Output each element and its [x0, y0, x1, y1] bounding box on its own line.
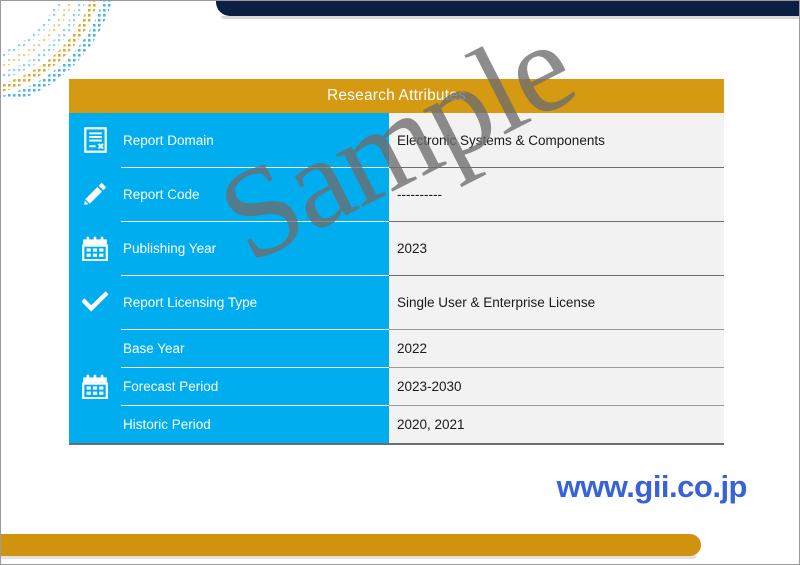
- row-label-cell: Report Licensing Type: [69, 275, 389, 329]
- row-value: Single User & Enterprise License: [389, 275, 724, 329]
- row-label: Report Domain: [123, 132, 214, 148]
- row-label: Base Year: [121, 329, 389, 367]
- row-label: Forecast Period: [121, 367, 389, 405]
- slide-canvas: Research Attributes Report Domain Electr…: [0, 0, 800, 565]
- pencil-icon: [69, 181, 121, 207]
- row-value: Electronic Systems & Components: [389, 113, 724, 167]
- group-sub-labels: Base Year Forecast Period Historic Perio…: [121, 329, 389, 443]
- document-icon: [69, 127, 121, 153]
- row-label-cell: Report Domain: [69, 113, 389, 167]
- row-label: Report Licensing Type: [123, 294, 258, 310]
- table-row: Report Domain Electronic Systems & Compo…: [69, 113, 724, 167]
- group-label-cell: Base Year Forecast Period Historic Perio…: [69, 329, 389, 443]
- table-row: Report Code ----------: [69, 167, 724, 221]
- calendar-icon: [69, 236, 121, 261]
- top-bar-shadow: [221, 16, 799, 19]
- site-url: www.gii.co.jp: [556, 469, 748, 504]
- bottom-gold-bar: [1, 534, 701, 556]
- row-value: ----------: [389, 167, 724, 221]
- table-title: Research Attributes: [69, 79, 724, 113]
- row-label-cell: Publishing Year: [69, 221, 389, 275]
- row-label: Publishing Year: [123, 240, 217, 256]
- row-label-cell: Report Code: [69, 167, 389, 221]
- row-label: Historic Period: [121, 405, 389, 443]
- table-body: Report Domain Electronic Systems & Compo…: [69, 113, 724, 443]
- top-navy-bar: [216, 1, 799, 16]
- group-value-cells: 2022 2023-2030 2020, 2021: [389, 329, 724, 443]
- row-value: 2023: [389, 221, 724, 275]
- table-row-group-periods: Base Year Forecast Period Historic Perio…: [69, 329, 724, 443]
- check-icon: [69, 290, 121, 314]
- table-row: Publishing Year 2023: [69, 221, 724, 275]
- table-row: Report Licensing Type Single User & Ente…: [69, 275, 724, 329]
- row-value: 2023-2030: [389, 367, 724, 405]
- calendar-icon: [69, 329, 121, 443]
- row-value: 2020, 2021: [389, 405, 724, 443]
- row-value: 2022: [389, 329, 724, 367]
- row-label: Report Code: [123, 186, 200, 202]
- research-attributes-table: Research Attributes Report Domain Electr…: [69, 79, 724, 445]
